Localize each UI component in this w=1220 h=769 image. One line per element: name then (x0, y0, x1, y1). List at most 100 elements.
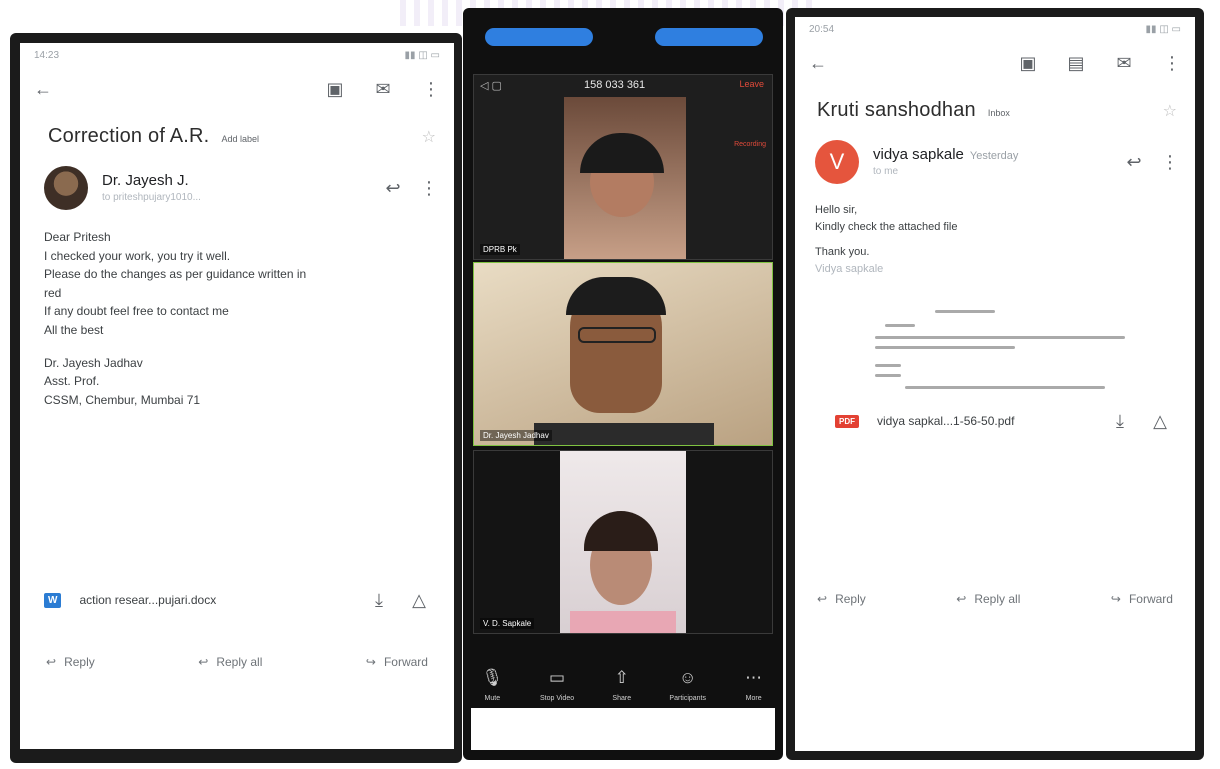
nav-bar-area (471, 708, 775, 750)
email-date: Yesterday (969, 150, 1019, 163)
sender-row: V vidya sapkale Yesterday to me ↩ ⋮ (795, 132, 1195, 192)
status-bar: 20:54 ▮▮ ◫ ▭ (795, 17, 1195, 41)
delete-icon[interactable]: ▤ (1065, 52, 1087, 74)
signature: Dr. Jayesh Jadhav Asst. Prof. CSSM, Chem… (44, 355, 201, 407)
drive-icon[interactable]: △ (408, 589, 430, 611)
reply-icon[interactable]: ↩ (1123, 151, 1145, 173)
more-vert-icon[interactable]: ⋮ (1159, 151, 1181, 173)
meeting-id: 158 033 361 (584, 79, 646, 91)
forward-button[interactable]: ↪ Forward (366, 655, 428, 669)
attachment-row[interactable]: PDF vidya sapkal...1-56-50.pdf ⤓ △ (795, 410, 1195, 432)
phone-zoom-meeting: ◁ ▢ 158 033 361 Leave Recording DPRB Pk … (463, 8, 783, 760)
attachment-name: vidya sapkal...1-56-50.pdf (877, 414, 1015, 429)
status-time: 20:54 (809, 23, 835, 35)
sender-name: vidya sapkale Yesterday (873, 146, 1019, 164)
download-icon[interactable]: ⤓ (368, 589, 390, 611)
microphone-icon: 🎙 (481, 668, 504, 687)
star-icon[interactable]: ☆ (1163, 101, 1177, 121)
reply-all-button[interactable]: ↩ Reply all (956, 592, 1020, 606)
forward-button[interactable]: ↪ Forward (1111, 592, 1173, 606)
glasses-icon (578, 327, 656, 343)
subject-row: Correction of A.R. Add label ☆ (20, 111, 454, 158)
video-tile[interactable]: V. D. Sapkale (473, 450, 773, 634)
status-bar: 14:23 ▮▮ ◫ ▭ (20, 43, 454, 67)
zoom-connection-pill[interactable] (485, 28, 593, 46)
reply-button[interactable]: ↩ Reply (46, 655, 95, 669)
tile-name: V. D. Sapkale (480, 618, 535, 629)
avatar[interactable]: V (815, 140, 859, 184)
attachment-preview[interactable] (845, 302, 1145, 402)
back-arrow-icon[interactable]: ← (807, 52, 829, 74)
inbox-label-chip[interactable]: Inbox (988, 108, 1010, 118)
star-icon[interactable]: ☆ (422, 127, 436, 147)
reply-icon: ↩ (817, 592, 828, 607)
speaker-icon[interactable]: ◁ ▢ (480, 79, 502, 92)
body-paragraph: Dear Pritesh I checked your work, you tr… (44, 230, 307, 337)
recording-indicator: Recording (734, 141, 766, 148)
email-toolbar: ← ▣ ✉ ⋮ (20, 67, 454, 111)
email-subject: Kruti sanshodhan (817, 99, 976, 121)
thanks-line: Thank you. (815, 246, 870, 259)
more-vert-icon[interactable]: ⋮ (420, 78, 442, 100)
status-time: 14:23 (34, 49, 60, 61)
reply-actions: ↩ Reply ↩ Reply all ↪ Forward (20, 655, 454, 669)
archive-icon[interactable]: ▣ (1017, 52, 1039, 74)
recipient-line[interactable]: to me (873, 165, 1109, 179)
zoom-audio-pill[interactable] (655, 28, 763, 46)
reply-icon[interactable]: ↩ (382, 177, 404, 199)
participant-hair (580, 133, 664, 173)
share-button[interactable]: ⇧ Share (611, 667, 633, 702)
video-camera-icon: ▭ (549, 668, 566, 687)
more-button[interactable]: ⋯ More (743, 667, 765, 702)
recipient-line[interactable]: to priteshpujary1010... (102, 191, 368, 205)
forward-icon: ↪ (365, 655, 376, 670)
archive-icon[interactable]: ▣ (324, 78, 346, 100)
reply-actions: ↩ Reply ↩ Reply all ↪ Forward (795, 592, 1195, 606)
subject-row: Kruti sanshodhan Inbox ☆ (795, 85, 1195, 132)
back-arrow-icon[interactable]: ← (32, 78, 54, 100)
reply-button[interactable]: ↩ Reply (817, 592, 866, 606)
status-icons: ▮▮ ◫ ▭ (404, 49, 440, 61)
word-file-icon: W (44, 592, 62, 608)
email-screen-right: 20:54 ▮▮ ◫ ▭ ← ▣ ▤ ✉ ⋮ Kruti sanshodhan … (795, 17, 1195, 751)
forward-icon: ↪ (1110, 592, 1121, 607)
video-tile[interactable]: ◁ ▢ 158 033 361 Leave Recording DPRB Pk (473, 74, 773, 260)
sender-name: Dr. Jayesh J. (102, 172, 189, 190)
participant-video (560, 451, 686, 633)
sender-row: Dr. Jayesh J. to priteshpujary1010... ↩ … (20, 158, 454, 218)
reply-all-icon: ↩ (956, 592, 967, 607)
body-paragraph: Hello sir, Kindly check the attached fil… (815, 204, 958, 234)
leave-button[interactable]: Leave (739, 79, 764, 89)
status-icons: ▮▮ ◫ ▭ (1145, 23, 1181, 35)
drive-icon[interactable]: △ (1149, 410, 1171, 432)
reply-all-button[interactable]: ↩ Reply all (198, 655, 262, 669)
reply-all-icon: ↩ (198, 655, 209, 670)
phone-left-email: 14:23 ▮▮ ◫ ▭ ← ▣ ✉ ⋮ Correction of A.R. … (10, 33, 462, 763)
attachment-row[interactable]: W action resear...pujari.docx ⤓ △ (20, 589, 454, 611)
tile-name: DPRB Pk (480, 244, 520, 255)
tile-name: Dr. Jayesh Jadhav (480, 430, 552, 441)
mail-icon[interactable]: ✉ (372, 78, 394, 100)
email-subject: Correction of A.R. (48, 125, 210, 147)
avatar[interactable] (44, 166, 88, 210)
phone-right-email: 20:54 ▮▮ ◫ ▭ ← ▣ ▤ ✉ ⋮ Kruti sanshodhan … (786, 8, 1204, 760)
mute-button[interactable]: 🎙 Mute (481, 667, 504, 702)
reply-icon: ↩ (46, 655, 57, 670)
more-vert-icon[interactable]: ⋮ (418, 177, 440, 199)
zoom-top-bar (463, 8, 783, 68)
stop-video-button[interactable]: ▭ Stop Video (540, 667, 574, 702)
add-label-chip[interactable]: Add label (221, 134, 259, 144)
pdf-file-icon: PDF (835, 414, 859, 428)
email-toolbar: ← ▣ ▤ ✉ ⋮ (795, 41, 1195, 85)
download-icon[interactable]: ⤓ (1109, 410, 1131, 432)
signature: Vidya sapkale (815, 263, 884, 276)
email-screen-left: 14:23 ▮▮ ◫ ▭ ← ▣ ✉ ⋮ Correction of A.R. … (20, 43, 454, 749)
mail-icon[interactable]: ✉ (1113, 52, 1135, 74)
more-vert-icon[interactable]: ⋮ (1161, 52, 1183, 74)
email-body: Hello sir, Kindly check the attached fil… (795, 192, 1195, 288)
participants-button[interactable]: ☺ Participants (669, 667, 706, 702)
video-tile-active[interactable]: Dr. Jayesh Jadhav (473, 262, 773, 446)
more-icon: ⋯ (745, 668, 763, 687)
participants-icon: ☺ (679, 668, 697, 687)
zoom-control-bar: 🎙 Mute ▭ Stop Video ⇧ Share ☺ Participants ⋯… (463, 660, 783, 706)
